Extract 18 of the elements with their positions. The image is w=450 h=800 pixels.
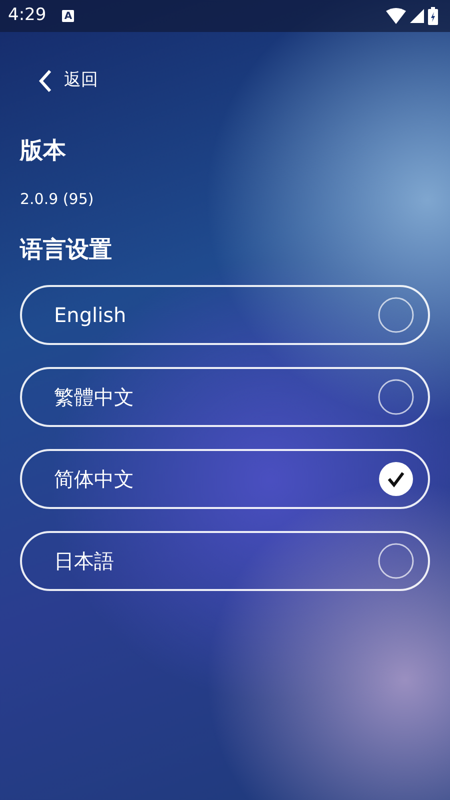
battery-icon — [428, 7, 438, 25]
section-title: 版本 — [20, 136, 67, 166]
language-label: 繁體中文 — [54, 384, 134, 411]
notification-icon: A — [62, 10, 74, 22]
language-option[interactable]: 简体中文 — [20, 449, 430, 509]
language-option[interactable]: English — [20, 285, 430, 345]
status-time: 4:29 — [8, 4, 46, 28]
signal-icon — [410, 9, 424, 23]
language-label: 日本語 — [54, 548, 114, 575]
wifi-icon — [386, 8, 406, 24]
back-button[interactable]: 返回 — [38, 68, 98, 94]
version-text: 2.0.9 (95) — [20, 189, 95, 210]
section-title: 语言设置 — [20, 236, 113, 264]
language-label: English — [54, 302, 126, 329]
back-icon — [38, 68, 52, 93]
language-option[interactable]: 繁體中文 — [20, 367, 430, 427]
language-option[interactable]: 日本語 — [20, 531, 430, 591]
language-label: 简体中文 — [54, 466, 134, 493]
